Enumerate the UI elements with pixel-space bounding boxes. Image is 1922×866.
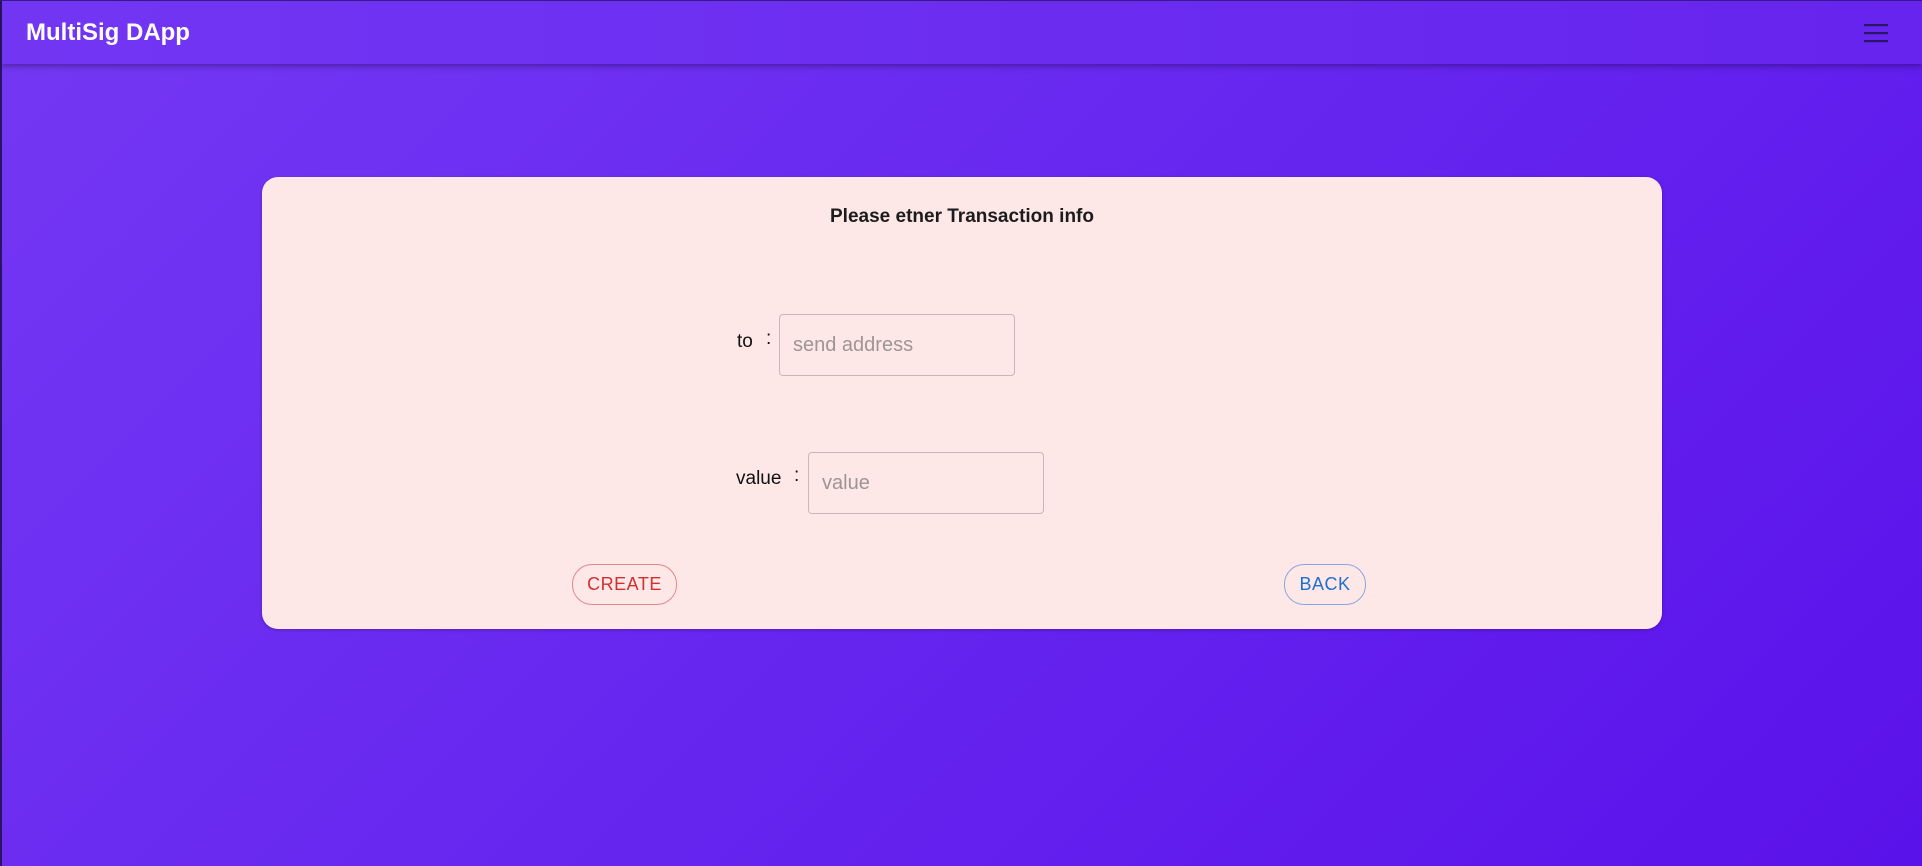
hamburger-menu-icon — [1860, 17, 1892, 49]
value-input[interactable] — [808, 452, 1044, 514]
to-address-input[interactable] — [779, 314, 1015, 376]
to-label: to — [737, 331, 753, 352]
transaction-form-card: Please etner Transaction info to : value… — [262, 177, 1662, 629]
app-title: MultiSig DApp — [26, 19, 190, 46]
form-title: Please etner Transaction info — [830, 206, 1094, 227]
menu-button[interactable] — [1860, 17, 1892, 49]
back-button[interactable]: BACK — [1284, 564, 1366, 605]
to-separator: : — [766, 328, 772, 349]
value-separator: : — [794, 465, 800, 486]
value-label: value — [736, 468, 782, 489]
create-button[interactable]: CREATE — [572, 564, 677, 605]
app-bar: MultiSig DApp — [2, 1, 1922, 64]
